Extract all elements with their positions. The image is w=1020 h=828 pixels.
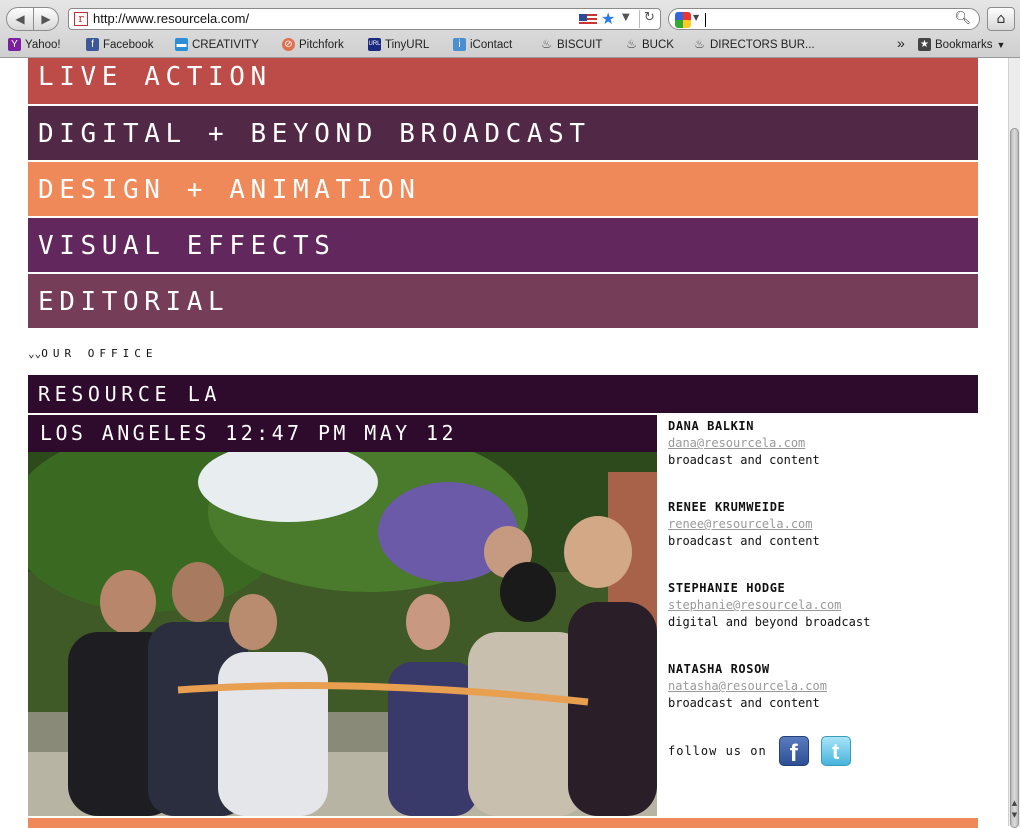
twitter-icon[interactable]: t [820, 736, 851, 766]
browser-toolbar: ◀ ▶ r http://www.resourcela.com/ ★ ▼ ↻ ▼… [0, 0, 1020, 58]
bookmark-label: Pitchfork [299, 38, 344, 51]
bookmark-yahoo[interactable]: Y Yahoo! [8, 38, 61, 51]
forward-button[interactable]: ▶ [33, 7, 59, 31]
bookmark-biscuit[interactable]: ♨ BISCUIT [540, 38, 602, 51]
chevron-down-icon: ▼ [996, 39, 1006, 50]
bookmark-label: BISCUIT [557, 38, 603, 51]
nav-live-action[interactable]: LIVE ACTION [28, 58, 978, 104]
contact-email-link[interactable]: renee@resourcela.com [668, 516, 968, 533]
icontact-icon: i [453, 38, 466, 51]
yahoo-icon: Y [8, 38, 21, 51]
bookmark-label: Yahoo! [25, 38, 61, 51]
reload-button[interactable]: ↻ [639, 10, 659, 28]
bookmark-label: Facebook [103, 38, 154, 51]
nav-design-animation[interactable]: DESIGN + ANIMATION [28, 162, 978, 216]
page-scrollbar[interactable]: ▲ ▼ [1008, 58, 1020, 828]
facebook-icon: f [86, 38, 99, 51]
bookmarks-menu[interactable]: ★ Bookmarks ▼ [918, 38, 1005, 51]
our-office-toggle[interactable]: ⌄⌄OUR OFFICE [28, 347, 157, 360]
contact-role: broadcast and content [668, 534, 820, 548]
contact-email-link[interactable]: dana@resourcela.com [668, 435, 968, 452]
home-icon: ⌂ [996, 11, 1006, 27]
site-favicon-icon: r [74, 12, 88, 26]
nav-visual-effects[interactable]: VISUAL EFFECTS [28, 218, 978, 272]
bookmark-icontact[interactable]: i iContact [453, 38, 512, 51]
team-tug-of-war-photo [28, 452, 657, 816]
back-button[interactable]: ◀ [6, 7, 34, 31]
flame-icon: ♨ [626, 37, 637, 51]
bookmark-tinyurl[interactable]: URL TinyURL [368, 38, 429, 51]
navigation-row: ◀ ▶ r http://www.resourcela.com/ ★ ▼ ↻ ▼… [0, 4, 1020, 32]
tinyurl-icon: URL [368, 38, 381, 51]
contact-name: RENEE KRUMWEIDE [668, 500, 786, 514]
bookmark-label: TinyURL [385, 38, 430, 51]
back-arrow-icon: ◀ [15, 12, 25, 26]
scrollbar-thumb[interactable] [1010, 128, 1019, 828]
bookmark-label: iContact [470, 38, 513, 51]
bookmark-creativity[interactable]: ▬ CREATIVITY [175, 38, 259, 51]
contact-name: DANA BALKIN [668, 419, 755, 433]
contact-name: NATASHA ROSOW [668, 662, 770, 676]
text-caret [705, 13, 706, 27]
history-dropdown-icon[interactable]: ▼ [622, 12, 630, 23]
forward-arrow-icon: ▶ [41, 12, 51, 26]
flame-icon: ♨ [694, 37, 705, 51]
nav-digital-beyond-broadcast[interactable]: DIGITAL + BEYOND BROADCAST [28, 106, 978, 160]
chevron-down-icon: ⌄⌄ [28, 347, 42, 360]
contact-item: DANA BALKIN dana@resourcela.com broadcas… [668, 418, 968, 469]
contact-item: NATASHA ROSOW natasha@resourcela.com bro… [668, 661, 968, 712]
scroll-up-icon[interactable]: ▲ [1009, 798, 1020, 808]
creativity-icon: ▬ [175, 38, 188, 51]
follow-us: follow us on f t [668, 736, 851, 767]
bookmark-directors-bureau[interactable]: ♨ DIRECTORS BUR... [693, 37, 815, 51]
contact-item: RENEE KRUMWEIDE renee@resourcela.com bro… [668, 499, 968, 550]
contact-role: broadcast and content [668, 696, 820, 710]
office-name-bar: RESOURCE LA [28, 375, 978, 413]
google-icon[interactable] [675, 12, 691, 28]
address-bar[interactable]: r http://www.resourcela.com/ ★ ▼ ↻ [68, 8, 661, 30]
contact-item: STEPHANIE HODGE stephanie@resourcela.com… [668, 580, 968, 631]
bookmark-label: BUCK [642, 38, 674, 51]
us-flag-icon [579, 14, 597, 26]
search-icon[interactable]: 🔍︎ [954, 11, 971, 26]
scroll-down-icon[interactable]: ▼ [1009, 810, 1020, 820]
bookmark-label: CREATIVITY [192, 38, 259, 51]
team-photo [28, 452, 657, 816]
contact-role: digital and beyond broadcast [668, 615, 871, 629]
pitchfork-icon: ⊘ [282, 38, 295, 51]
bookmark-pitchfork[interactable]: ⊘ Pitchfork [282, 38, 344, 51]
our-office-label: OUR OFFICE [41, 347, 158, 360]
bookmarks-menu-label: Bookmarks [935, 38, 993, 51]
bookmarks-icon: ★ [918, 38, 931, 51]
bookmarks-overflow-button[interactable]: » [897, 35, 905, 51]
next-section-band [28, 818, 978, 828]
search-engine-dropdown-icon[interactable]: ▼ [693, 13, 699, 22]
facebook-icon[interactable]: f [778, 736, 809, 767]
flame-icon: ♨ [541, 37, 552, 51]
follow-us-label: follow us on [668, 744, 767, 758]
office-clock: LOS ANGELES 12:47 PM MAY 12 [28, 415, 657, 452]
bookmark-label: DIRECTORS BUR... [710, 38, 815, 51]
bookmark-facebook[interactable]: f Facebook [86, 38, 154, 51]
home-button[interactable]: ⌂ [987, 7, 1015, 31]
bookmark-buck[interactable]: ♨ BUCK [625, 38, 674, 51]
contact-email-link[interactable]: natasha@resourcela.com [668, 678, 968, 695]
contact-email-link[interactable]: stephanie@resourcela.com [668, 597, 968, 614]
search-bar[interactable]: ▼ 🔍︎ [668, 8, 980, 30]
bookmark-star-icon[interactable]: ★ [601, 9, 615, 28]
nav-editorial[interactable]: EDITORIAL [28, 274, 978, 328]
bookmarks-bar: Y Yahoo! f Facebook ▬ CREATIVITY ⊘ Pitch… [0, 35, 1020, 57]
contact-role: broadcast and content [668, 453, 820, 467]
contact-name: STEPHANIE HODGE [668, 581, 786, 595]
url-text[interactable]: http://www.resourcela.com/ [93, 11, 249, 26]
